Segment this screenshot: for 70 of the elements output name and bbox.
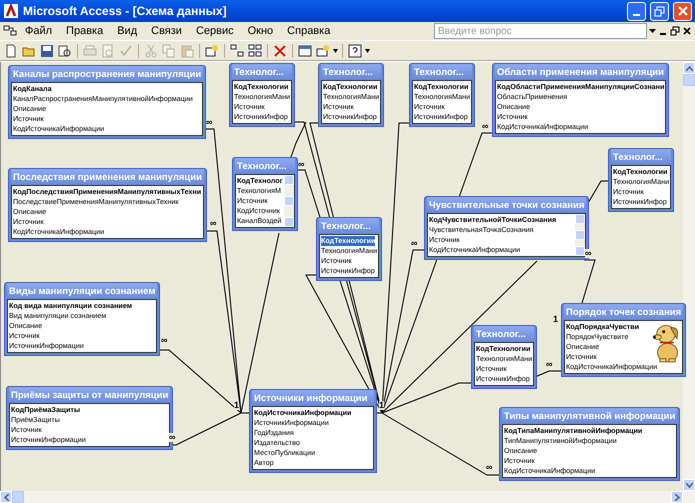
table-title: Технолог... (321, 64, 382, 80)
cardinality-label: ∞ (298, 160, 304, 169)
cardinality-label: 1 (553, 315, 558, 324)
menu-item[interactable]: Справка (281, 24, 336, 38)
table-title: Типы манипулятивной информации (502, 408, 678, 424)
cardinality-label: ∞ (210, 219, 216, 228)
caret-icon[interactable] (333, 48, 338, 52)
delete-icon[interactable] (273, 44, 287, 58)
table-title: Технолог... (319, 218, 380, 234)
dropdown-arrow-icon[interactable] (649, 28, 656, 34)
table-title: Технолог... (412, 64, 472, 80)
table-title: Технолог... (235, 158, 295, 174)
horizontal-scrollbar[interactable] (0, 491, 695, 503)
save-icon[interactable] (40, 44, 54, 58)
all-relationships-icon[interactable] (248, 44, 262, 58)
new-object-icon[interactable] (316, 44, 330, 58)
menu-item[interactable]: Сервис (190, 24, 240, 38)
relationships-icon (3, 25, 17, 37)
restore-icon (654, 6, 665, 16)
caret-icon[interactable] (365, 48, 370, 52)
new-document-icon[interactable] (4, 44, 18, 58)
table-title: Приёмы защиты от манипуляции (9, 387, 170, 403)
scroll-thumb[interactable] (12, 491, 24, 503)
cardinality-label: ∞ (411, 239, 418, 248)
table-title: Каналы распространения манипуляции (11, 66, 204, 82)
cardinality-label: ∞ (161, 336, 168, 345)
show-table-icon[interactable] (205, 44, 219, 58)
direct-relationships-icon[interactable] (230, 44, 244, 58)
cardinality-label: ∞ (206, 118, 212, 127)
cardinality-label: ∞ (482, 122, 488, 131)
close-icon (678, 6, 688, 16)
help-search-field[interactable]: Введите вопрос (434, 23, 647, 39)
cardinality-label: ∞ (169, 433, 176, 442)
menu-item[interactable]: Правка (60, 24, 110, 38)
restore-icon[interactable] (670, 26, 680, 36)
scrollbar[interactable] (284, 175, 294, 227)
table-title: Виды манипуляции сознанием (7, 283, 158, 299)
vertical-scrollbar[interactable] (683, 62, 695, 491)
cardinality-label: ∞ (486, 463, 492, 472)
scroll-right-icon[interactable] (674, 494, 680, 500)
scroll-thumb[interactable] (683, 74, 695, 86)
menu-item[interactable]: Связи (145, 24, 188, 38)
app-icon (3, 3, 19, 19)
menu-item[interactable]: Файл (19, 24, 58, 38)
table-title: Области применения манипуляции (495, 64, 666, 80)
scroll-left-icon[interactable] (4, 494, 8, 500)
cardinality-label: ∞ (585, 249, 592, 258)
cardinality-label: ∞ (546, 360, 552, 369)
close-icon[interactable] (682, 26, 692, 36)
database-window-icon[interactable] (298, 44, 312, 58)
scroll-up-icon[interactable] (686, 66, 692, 70)
menu-item[interactable]: Окно (242, 24, 280, 38)
window-title: Microsoft Access - [Схема данных] (23, 4, 228, 18)
table-title: Чувствительные точки сознания (427, 197, 586, 213)
close-button[interactable] (673, 2, 692, 20)
table-title: Источники информации (252, 390, 374, 406)
minimize-button[interactable] (627, 2, 646, 20)
scroll-down-icon[interactable] (686, 482, 692, 488)
help-icon[interactable] (348, 44, 362, 58)
table-title: Порядок точек сознания (564, 304, 684, 320)
cardinality-label: 1 (379, 401, 384, 410)
cardinality-label: 1 (234, 401, 240, 410)
scrollbar[interactable] (575, 214, 586, 256)
table-title: Технолог... (232, 64, 292, 80)
restore-button[interactable] (650, 2, 669, 20)
table-title: Технолог... (611, 149, 672, 165)
menu-item[interactable]: Вид (111, 24, 144, 38)
table-title: Технолог... (474, 326, 534, 342)
minimize-icon (633, 14, 640, 16)
table-title: Последствия применения манипуляции (11, 169, 204, 185)
